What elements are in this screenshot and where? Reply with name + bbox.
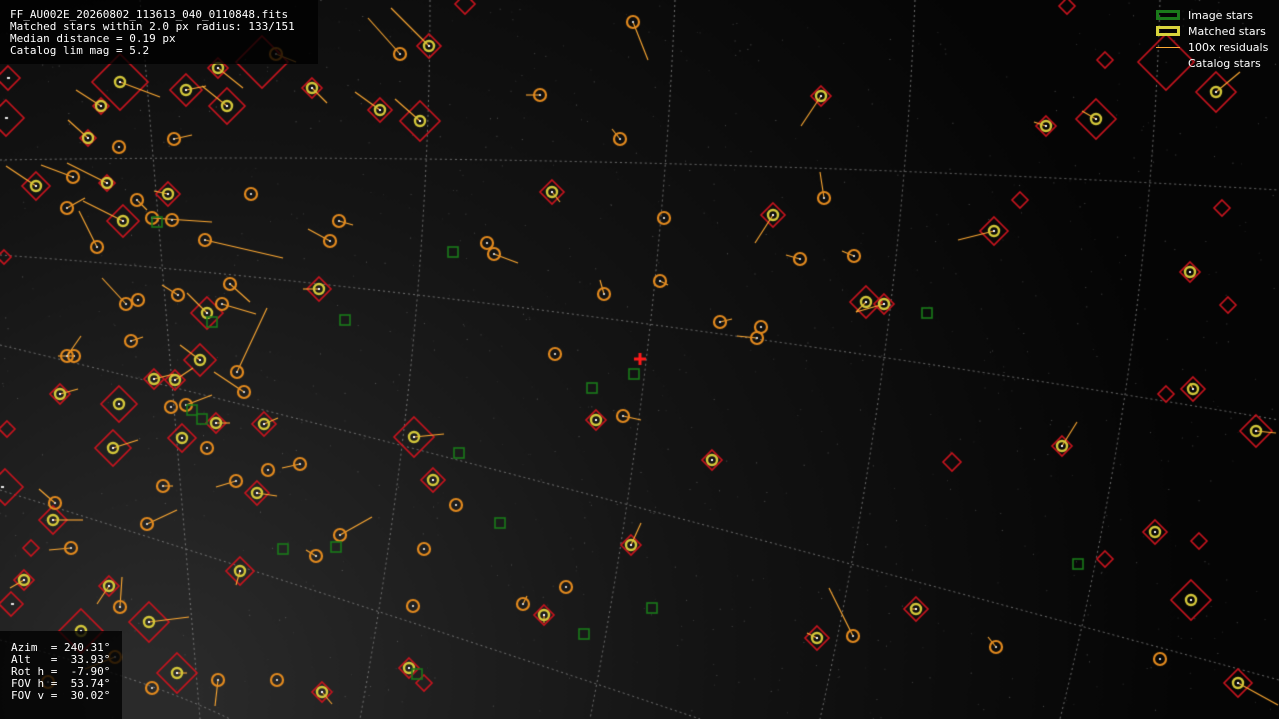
catalog-lim-mag: Catalog lim mag = 5.2	[10, 44, 150, 57]
image-star-swatch-icon	[1156, 10, 1180, 20]
legend-matched-stars: Matched stars	[1156, 23, 1271, 39]
legend-label: Image stars	[1188, 8, 1253, 22]
fov-vertical-readout: FOV v = 30.02°	[11, 689, 111, 702]
legend-residuals: 100x residuals	[1156, 39, 1271, 55]
residual-line-swatch-icon	[1156, 46, 1180, 48]
header-info-panel: FF_AU002E_20260802_113613_040_0110848.fi…	[0, 0, 318, 64]
pointing-info-panel: Azim = 240.31° Alt = 33.93° Rot h = -7.90°…	[0, 631, 122, 719]
matched-star-swatch-icon	[1156, 26, 1180, 36]
legend-image-stars: Image stars	[1156, 7, 1271, 23]
legend-label: Catalog stars	[1188, 56, 1261, 70]
legend-label: Matched stars	[1188, 24, 1266, 38]
sky-star-field	[0, 0, 1279, 719]
legend-catalog-stars: Catalog stars	[1156, 55, 1271, 71]
legend: Image stars Matched stars 100x residuals…	[1156, 7, 1271, 71]
catalog-star-swatch-icon	[1156, 58, 1180, 68]
legend-label: 100x residuals	[1188, 40, 1269, 54]
